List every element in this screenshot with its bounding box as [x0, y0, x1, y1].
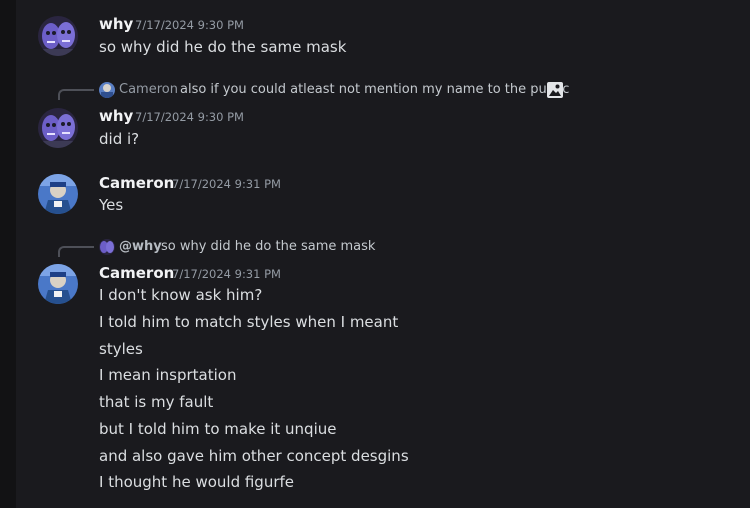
avatar-cameron[interactable] [38, 264, 78, 304]
message-timestamp: 7/17/2024 9:30 PM [135, 18, 244, 32]
avatar-cameron[interactable] [38, 174, 78, 214]
message-line: and also gave him other concept desgins [99, 447, 409, 465]
message-text: Yes [99, 196, 124, 214]
avatar-why[interactable] [38, 108, 78, 148]
reply-preview-text[interactable]: also if you could atleast not mention my… [180, 82, 569, 97]
image-icon [546, 81, 564, 99]
left-rail [0, 0, 16, 508]
message-line: but I told him to make it unqiue [99, 420, 337, 438]
reply-spine [58, 89, 94, 100]
message-line: that is my fault [99, 393, 214, 411]
message-line: I don't know ask him? [99, 286, 263, 304]
avatar-why[interactable] [38, 16, 78, 56]
message-timestamp: 7/17/2024 9:31 PM [172, 267, 281, 281]
message-line: I thought he would figurfe [99, 473, 295, 491]
reply-avatar-cameron[interactable] [99, 82, 115, 98]
message-line: styles [99, 340, 143, 358]
message-timestamp: 7/17/2024 9:31 PM [172, 177, 281, 191]
message-author[interactable]: why [99, 107, 133, 125]
message-timestamp: 7/17/2024 9:30 PM [135, 110, 244, 124]
reply-author-mention[interactable]: @why [119, 239, 162, 254]
message-text: did i? [99, 130, 140, 148]
message-author[interactable]: Cameron [99, 174, 174, 192]
reply-preview-text[interactable]: so why did he do the same mask [161, 239, 375, 254]
reply-spine [58, 246, 94, 257]
message-line: I told him to match styles when I meant [99, 313, 399, 331]
reply-avatar-why[interactable] [99, 239, 115, 255]
message-author[interactable]: why [99, 15, 133, 33]
reply-author[interactable]: Cameron [119, 82, 178, 97]
chat-messages: why 7/17/2024 9:30 PM so why did he do t… [16, 0, 750, 508]
message-text: so why did he do the same mask [99, 38, 347, 56]
message-line: I mean insprtation [99, 366, 237, 384]
message-author[interactable]: Cameron [99, 264, 174, 282]
